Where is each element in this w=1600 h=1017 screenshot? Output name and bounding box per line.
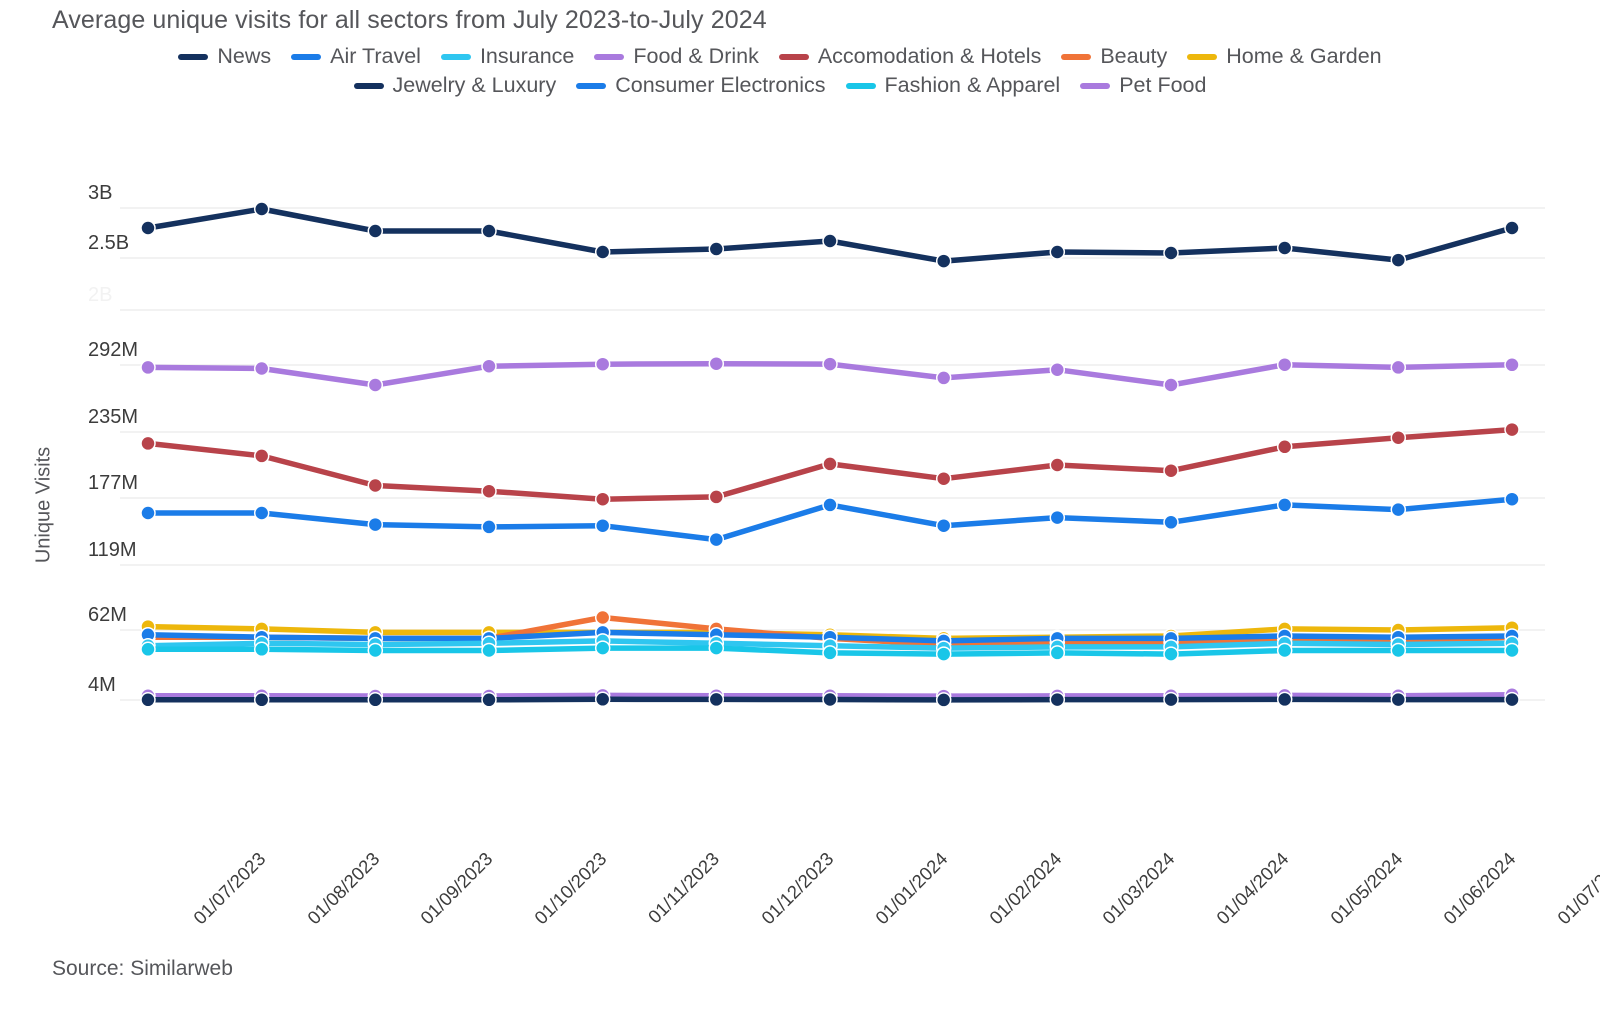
data-point-marker[interactable]	[140, 505, 156, 521]
data-point-marker[interactable]	[253, 641, 270, 658]
data-point-marker[interactable]	[935, 470, 952, 487]
data-point-marker[interactable]	[481, 483, 497, 499]
data-point-marker[interactable]	[594, 640, 611, 656]
data-point-marker[interactable]	[1276, 497, 1293, 513]
data-point-marker[interactable]	[1504, 691, 1520, 708]
y-axis-title: Unique Visits	[32, 446, 55, 564]
data-point-marker[interactable]	[1163, 514, 1179, 531]
data-point-marker[interactable]	[1163, 646, 1179, 662]
y-axis-tick-119M: 119M	[88, 539, 137, 561]
series-accomodation-hotels	[140, 421, 1520, 507]
data-point-marker[interactable]	[481, 692, 497, 708]
data-point-marker[interactable]	[253, 692, 270, 708]
data-point-marker[interactable]	[367, 377, 384, 393]
data-point-marker[interactable]	[1049, 361, 1066, 378]
data-point-marker[interactable]	[1163, 245, 1179, 261]
data-point-marker[interactable]	[367, 223, 384, 239]
data-point-marker[interactable]	[1049, 691, 1066, 708]
data-point-marker[interactable]	[140, 435, 156, 452]
data-point-marker[interactable]	[822, 497, 838, 513]
data-point-marker[interactable]	[140, 641, 156, 658]
data-point-marker[interactable]	[708, 691, 725, 708]
data-point-marker[interactable]	[935, 253, 952, 269]
data-point-marker[interactable]	[1390, 252, 1407, 268]
data-point-marker[interactable]	[822, 356, 838, 372]
data-point-marker[interactable]	[708, 489, 725, 505]
y-axis-tick-292M: 292M	[88, 339, 139, 361]
data-point-marker[interactable]	[1276, 356, 1293, 373]
data-point-marker[interactable]	[594, 491, 611, 507]
data-point-marker[interactable]	[1504, 491, 1520, 507]
data-point-marker[interactable]	[1504, 642, 1520, 659]
data-point-marker[interactable]	[594, 691, 611, 708]
data-point-marker[interactable]	[594, 517, 611, 534]
data-point-marker[interactable]	[1163, 377, 1179, 393]
data-point-marker[interactable]	[1163, 691, 1179, 708]
series-food-drink	[140, 355, 1520, 393]
y-axis-tick-62M: 62M	[88, 604, 127, 626]
data-point-marker[interactable]	[140, 692, 156, 708]
data-point-marker[interactable]	[935, 370, 952, 386]
data-point-marker[interactable]	[1276, 642, 1293, 659]
data-point-marker[interactable]	[140, 359, 156, 376]
data-point-marker[interactable]	[1049, 244, 1066, 260]
data-point-marker[interactable]	[253, 201, 270, 217]
source-caption: Source: Similarweb	[52, 957, 233, 980]
data-point-marker[interactable]	[1504, 357, 1520, 373]
data-point-marker[interactable]	[367, 642, 384, 659]
data-point-marker[interactable]	[253, 360, 270, 377]
data-point-marker[interactable]	[708, 355, 725, 372]
data-point-marker[interactable]	[1504, 421, 1520, 438]
data-point-marker[interactable]	[1276, 240, 1293, 256]
data-point-marker[interactable]	[1390, 501, 1407, 518]
data-point-marker[interactable]	[935, 692, 952, 708]
chart-plot-area: Unique Visits 3B 2.5B 2B 292M 235M 177M 119M 62…	[0, 0, 1600, 1017]
y-axis-tick-235M: 235M	[88, 406, 139, 428]
data-point-marker[interactable]	[1276, 439, 1293, 455]
data-point-marker[interactable]	[1049, 509, 1066, 526]
data-point-marker[interactable]	[822, 691, 838, 708]
data-point-marker[interactable]	[1504, 220, 1520, 236]
data-point-marker[interactable]	[594, 356, 611, 372]
data-point-marker[interactable]	[708, 241, 725, 257]
data-point-marker[interactable]	[1390, 429, 1407, 446]
y-axis-tick-177M: 177M	[88, 472, 139, 494]
data-point-marker[interactable]	[481, 223, 497, 239]
data-point-marker[interactable]	[1390, 359, 1407, 376]
data-point-marker[interactable]	[935, 517, 952, 534]
data-point-marker[interactable]	[594, 609, 611, 626]
data-point-marker[interactable]	[140, 220, 156, 236]
y-axis-tick-2.5B: 2.5B	[88, 232, 130, 254]
data-point-marker[interactable]	[822, 456, 838, 472]
data-point-marker[interactable]	[1049, 457, 1066, 473]
data-point-marker[interactable]	[481, 519, 497, 535]
y-axis-tick-2B: 2B	[88, 284, 113, 306]
data-point-marker[interactable]	[594, 244, 611, 260]
data-point-marker[interactable]	[822, 645, 838, 661]
data-point-marker[interactable]	[1390, 691, 1407, 708]
data-point-marker[interactable]	[481, 642, 497, 659]
y-axis-tick-4M: 4M	[88, 674, 116, 696]
data-point-marker[interactable]	[1163, 462, 1179, 479]
data-point-marker[interactable]	[1276, 691, 1293, 708]
data-point-marker[interactable]	[367, 477, 384, 494]
data-point-marker[interactable]	[253, 448, 270, 464]
data-point-marker[interactable]	[822, 233, 838, 249]
data-point-marker[interactable]	[708, 531, 725, 548]
data-point-marker[interactable]	[1390, 642, 1407, 659]
data-point-marker[interactable]	[935, 646, 952, 662]
data-point-marker[interactable]	[253, 505, 270, 521]
data-point-marker[interactable]	[481, 358, 497, 374]
data-point-marker[interactable]	[708, 640, 725, 656]
data-point-marker[interactable]	[367, 516, 384, 533]
data-point-marker[interactable]	[1049, 645, 1066, 661]
series-air-travel	[140, 491, 1520, 548]
data-point-marker[interactable]	[367, 692, 384, 708]
y-axis-tick-3B: 3B	[88, 182, 113, 204]
